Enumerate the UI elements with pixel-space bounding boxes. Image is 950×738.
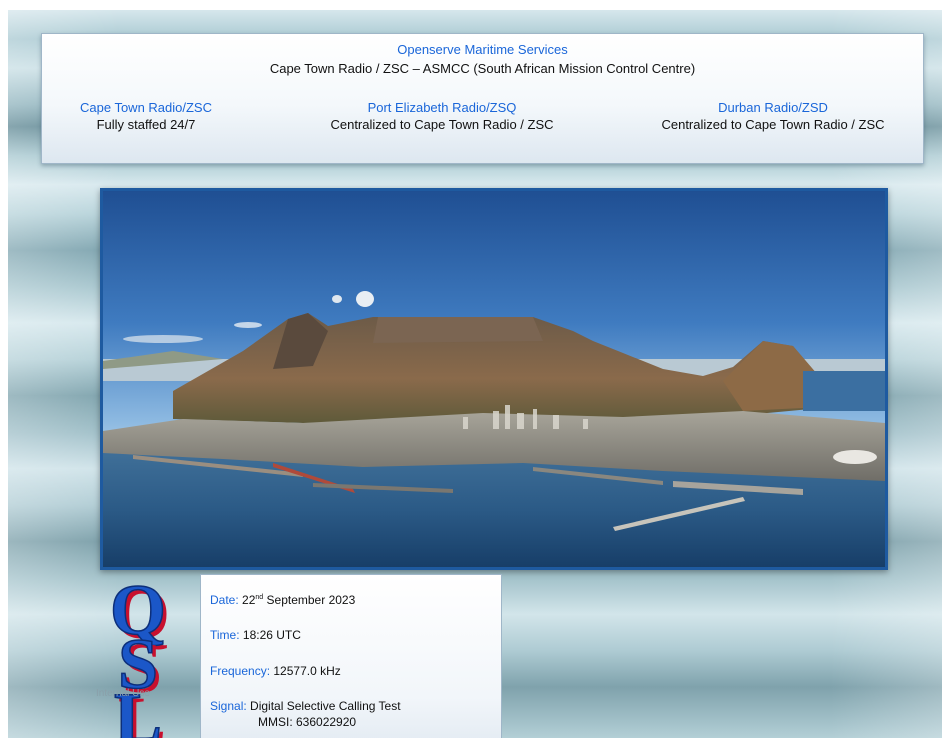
qsl-logo: Q Q S S L L bbox=[109, 582, 170, 738]
date-suffix: nd bbox=[255, 594, 264, 601]
station-cape-town: Cape Town Radio/ZSC Fully staffed 24/7 bbox=[56, 100, 236, 132]
time-row: Time: 18:26 UTC bbox=[210, 628, 301, 642]
station-name: Port Elizabeth Radio/ZSQ bbox=[367, 100, 517, 115]
organization-name: Openserve Maritime Services bbox=[397, 42, 568, 57]
signal-value: Digital Selective Calling Test bbox=[250, 699, 401, 713]
info-box: Date: 22nd September 2023 Time: 18:26 UT… bbox=[200, 574, 502, 738]
cape-town-photo bbox=[100, 188, 888, 570]
station-name: Cape Town Radio/ZSC bbox=[80, 100, 212, 115]
frequency-label: Frequency: bbox=[210, 664, 271, 678]
internal-use-watermark: Internal Use bbox=[96, 688, 150, 699]
station-status: Fully staffed 24/7 bbox=[96, 117, 196, 132]
frequency-value: 12577.0 kHz bbox=[273, 664, 341, 678]
time-label: Time: bbox=[210, 628, 240, 642]
qsl-card: Openserve Maritime Services Cape Town Ra… bbox=[8, 10, 942, 738]
station-status: Centralized to Cape Town Radio / ZSC bbox=[330, 117, 554, 132]
station-name: Durban Radio/ZSD bbox=[718, 100, 828, 115]
time-value: 18:26 UTC bbox=[242, 628, 301, 642]
signal-label: Signal: bbox=[210, 699, 247, 713]
date-rest: September 2023 bbox=[266, 593, 356, 607]
station-durban: Durban Radio/ZSD Centralized to Cape Tow… bbox=[638, 100, 908, 132]
station-port-elizabeth: Port Elizabeth Radio/ZSQ Centralized to … bbox=[292, 100, 592, 132]
date-day: 22 bbox=[242, 593, 256, 607]
header-panel: Openserve Maritime Services Cape Town Ra… bbox=[41, 33, 924, 164]
signal-row: Signal: Digital Selective Calling Test bbox=[210, 699, 401, 713]
date-label: Date: bbox=[210, 593, 239, 607]
mmsi-value: MMSI: 636022920 bbox=[258, 715, 357, 729]
date-row: Date: 22nd September 2023 bbox=[210, 593, 355, 607]
frequency-row: Frequency: 12577.0 kHz bbox=[210, 664, 341, 678]
station-status: Centralized to Cape Town Radio / ZSC bbox=[661, 117, 885, 132]
subtitle: Cape Town Radio / ZSC – ASMCC (South Afr… bbox=[269, 61, 696, 76]
logo-letter-l: L bbox=[114, 678, 162, 738]
table-mountain-image bbox=[103, 191, 885, 567]
